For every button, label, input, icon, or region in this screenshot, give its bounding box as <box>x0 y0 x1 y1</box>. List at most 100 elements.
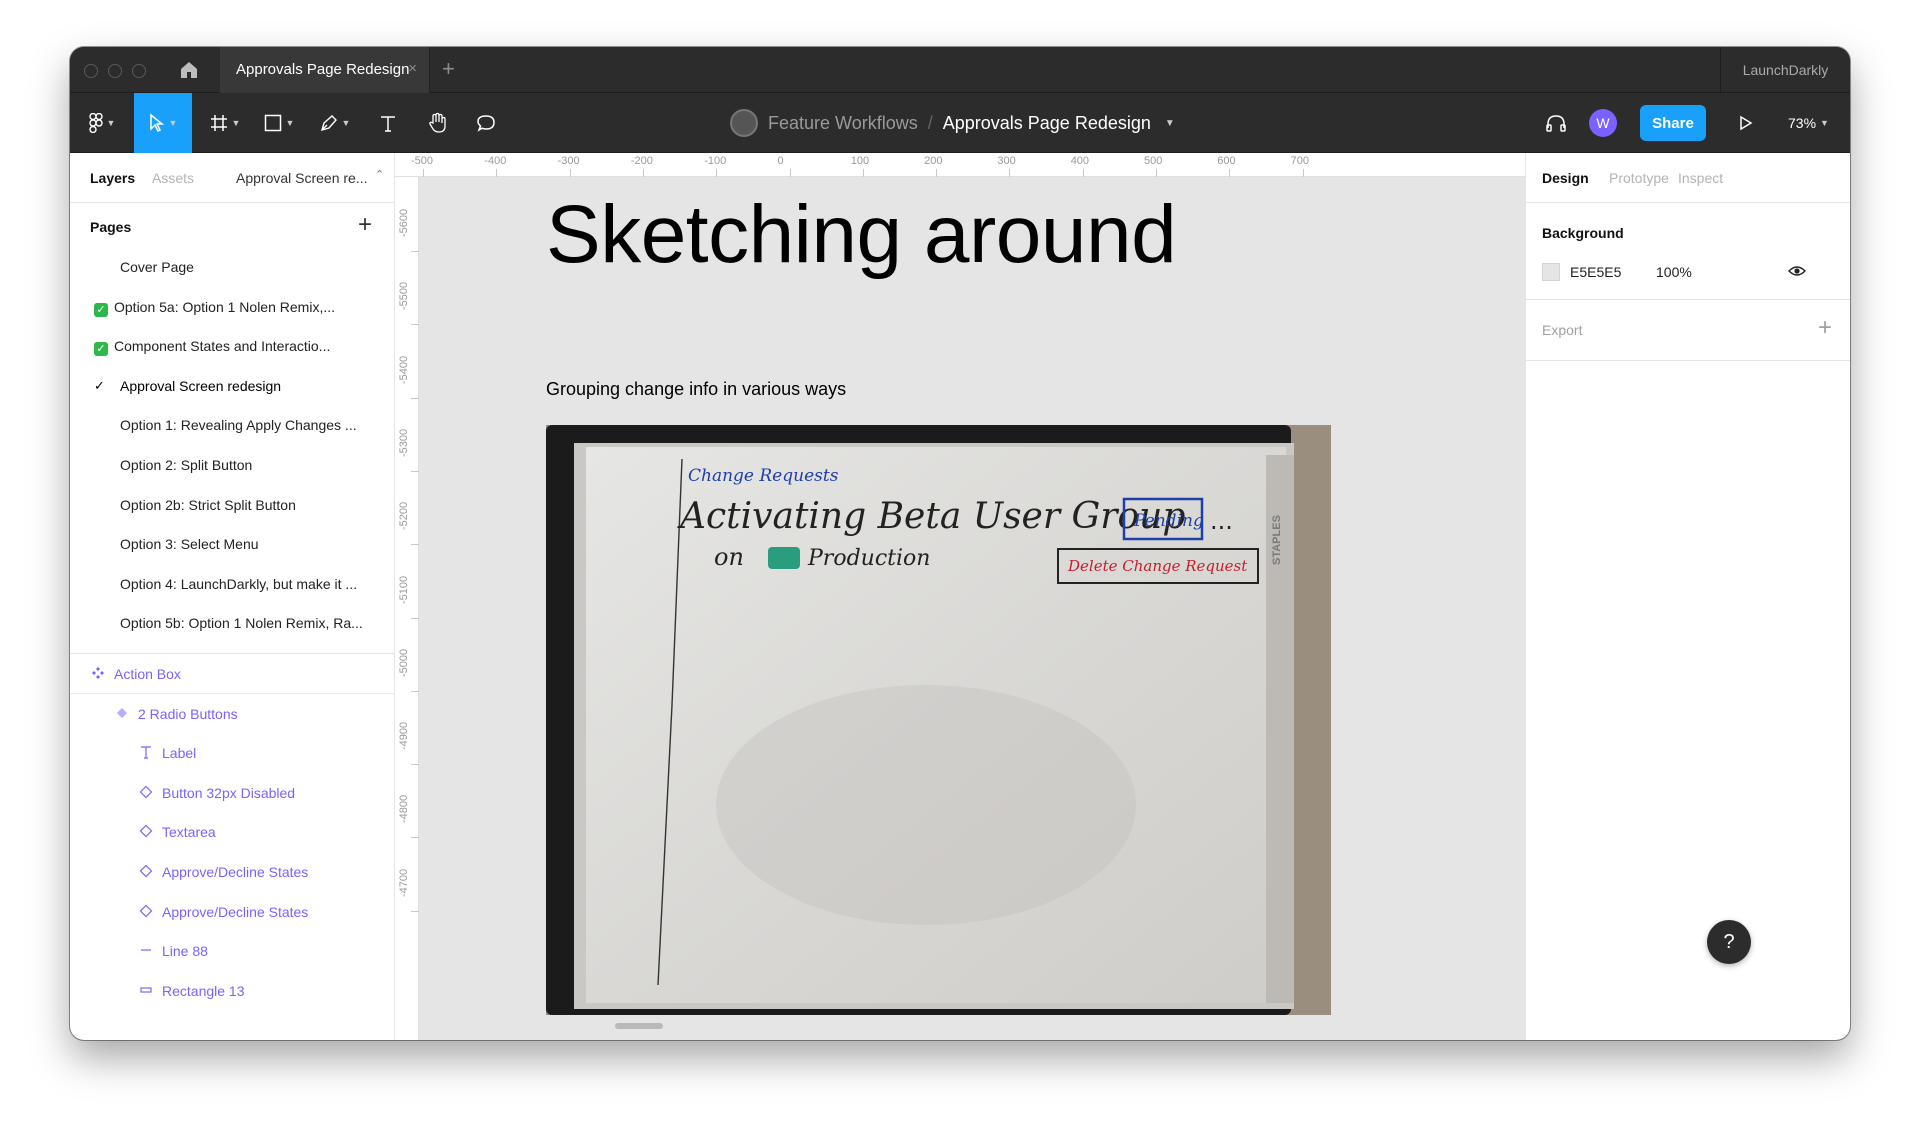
comment-icon <box>477 115 495 132</box>
headphones-icon <box>1546 115 1566 132</box>
right-panel-tabs: Design Prototype Inspect <box>1526 153 1850 203</box>
page-item[interactable]: ✓ Approval Screen redesign <box>70 366 394 406</box>
page-item[interactable]: Option 3: Select Menu <box>70 524 394 564</box>
home-icon[interactable] <box>178 59 200 81</box>
layer-item[interactable]: Approve/Decline States <box>70 892 394 932</box>
ruler-tick <box>423 169 424 177</box>
instance-icon <box>138 823 154 839</box>
left-panel: Layers Assets Approval Screen re... ⌃ Pa… <box>70 153 395 1040</box>
zoom-dropdown[interactable]: 73% ▼ <box>1788 93 1829 153</box>
text-icon <box>381 116 395 132</box>
minimize-window-button[interactable] <box>108 64 122 78</box>
breadcrumb-team[interactable]: Feature Workflows <box>768 113 918 134</box>
ruler-tick <box>1302 169 1304 177</box>
component-icon <box>90 665 106 681</box>
comment-tool-button[interactable] <box>468 93 504 153</box>
horizontal-scrollbar[interactable] <box>615 1023 663 1029</box>
pen-tool-button[interactable]: ▼ <box>312 93 358 153</box>
check-box-emoji-icon: ✓ <box>94 302 108 317</box>
current-page-selector[interactable]: Approval Screen re... <box>236 170 368 186</box>
ruler-tick <box>1156 169 1157 177</box>
present-button[interactable] <box>1728 93 1764 153</box>
breadcrumb-file-name[interactable]: Approvals Page Redesign <box>943 113 1151 134</box>
whiteboard-sketch-image: STAPLES Change Requests Activating Beta … <box>546 425 1331 1015</box>
layer-item[interactable]: Action Box <box>70 653 394 694</box>
ruler-tick-label: 400 <box>1070 155 1090 167</box>
ruler-tick <box>642 169 644 177</box>
main-menu-button[interactable]: ▼ <box>80 93 124 153</box>
audio-button[interactable] <box>1538 93 1574 153</box>
page-item[interactable]: Option 2b: Strict Split Button <box>70 485 394 525</box>
eye-icon[interactable] <box>1788 263 1806 284</box>
tab-design[interactable]: Design <box>1542 170 1589 186</box>
chevron-down-icon[interactable]: ▼ <box>1165 118 1175 129</box>
avatar[interactable]: W <box>1589 109 1617 137</box>
chevron-down-icon: ▼ <box>168 118 178 128</box>
check-box-emoji-icon: ✓ <box>94 342 108 357</box>
layer-item[interactable]: Textarea <box>70 812 394 852</box>
close-icon[interactable]: × <box>408 60 417 77</box>
help-button[interactable]: ? <box>1707 920 1751 964</box>
background-hex-input[interactable]: E5E5E5 <box>1570 264 1621 280</box>
text-tool-button[interactable] <box>370 93 406 153</box>
layer-item[interactable]: Button 32px Disabled <box>70 773 394 813</box>
whiteboard-environment: Production <box>807 546 930 571</box>
background-swatch[interactable] <box>1542 263 1560 281</box>
whiteboard-photo[interactable]: STAPLES Change Requests Activating Beta … <box>546 425 1331 1015</box>
page-item[interactable]: Cover Page <box>70 247 394 287</box>
page-item[interactable]: Option 2: Split Button <box>70 445 394 485</box>
chevron-up-icon[interactable]: ⌃ <box>375 168 384 181</box>
background-opacity-input[interactable]: 100% <box>1656 264 1692 280</box>
close-window-button[interactable] <box>84 64 98 78</box>
canvas[interactable]: -500 -400 -300 -200 -100 0 100 200 300 400 500 600 7… <box>395 153 1525 1040</box>
ruler-tick-label: -400 <box>484 155 507 167</box>
page-item-label: Option 5a: Option 1 Nolen Remix,... <box>114 298 335 315</box>
org-name[interactable]: LaunchDarkly <box>1720 47 1850 93</box>
new-tab-button[interactable]: + <box>442 56 455 82</box>
ruler-tick-label: -5500 <box>398 282 410 311</box>
frame-subtitle[interactable]: Grouping change info in various ways <box>546 379 846 400</box>
layer-item[interactable]: 2 Radio Buttons <box>70 694 394 734</box>
title-bar: Approvals Page Redesign × + LaunchDarkly <box>70 47 1850 93</box>
left-panel-tabs: Layers Assets Approval Screen re... ⌃ <box>70 153 394 203</box>
page-item[interactable]: Option 1: Revealing Apply Changes ... <box>70 405 394 445</box>
page-item[interactable]: ✓ Component States and Interactio... <box>70 326 394 366</box>
share-button[interactable]: Share <box>1640 105 1706 141</box>
page-item[interactable]: Option 4: LaunchDarkly, but make it ... <box>70 564 394 604</box>
page-item[interactable]: ✓ Option 5a: Option 1 Nolen Remix,... <box>70 287 394 327</box>
ruler-tick-label: -5600 <box>398 208 410 237</box>
hand-tool-button[interactable] <box>420 93 456 153</box>
ruler-tick-label: -5000 <box>398 648 410 677</box>
page-item[interactable]: Option 5b: Option 1 Nolen Remix, Ra... <box>70 603 394 643</box>
ruler-tick <box>411 470 419 472</box>
layer-item[interactable]: Rectangle 13 <box>70 971 394 1011</box>
line-icon <box>138 942 154 958</box>
layers-list: Action Box 2 Radio Buttons Label Button 32p… <box>70 653 394 1011</box>
shape-tool-button[interactable]: ▼ <box>256 93 302 153</box>
move-tool-button[interactable]: ▼ <box>134 93 192 153</box>
instance-icon <box>114 705 130 721</box>
ruler-tick-label: 100 <box>850 155 870 167</box>
whiteboard-title: Change Requests <box>688 466 839 486</box>
add-export-button[interactable]: + <box>1818 314 1832 342</box>
layer-item[interactable]: Label <box>70 733 394 773</box>
text-icon <box>138 744 154 760</box>
ruler-tick <box>411 617 419 619</box>
app-window: Approvals Page Redesign × + LaunchDarkly… <box>70 47 1850 1040</box>
tab-layers[interactable]: Layers <box>90 170 135 186</box>
tab-approvals-page-redesign[interactable]: Approvals Page Redesign × <box>220 47 430 93</box>
add-page-button[interactable]: + <box>358 211 372 239</box>
frame-heading[interactable]: Sketching around <box>546 188 1177 282</box>
ruler-tick <box>1229 169 1231 177</box>
tab-inspect[interactable]: Inspect <box>1678 170 1723 186</box>
maximize-window-button[interactable] <box>132 64 146 78</box>
tab-assets[interactable]: Assets <box>152 170 194 186</box>
ruler-tick <box>716 169 718 177</box>
checkmark-icon: ✓ <box>94 377 105 393</box>
layer-item[interactable]: Line 88 <box>70 931 394 971</box>
frame-tool-button[interactable]: ▼ <box>202 93 248 153</box>
tab-prototype[interactable]: Prototype <box>1609 170 1669 186</box>
layer-label: Textarea <box>162 824 216 841</box>
layer-item[interactable]: Approve/Decline States <box>70 852 394 892</box>
layer-label: Label <box>162 745 197 762</box>
